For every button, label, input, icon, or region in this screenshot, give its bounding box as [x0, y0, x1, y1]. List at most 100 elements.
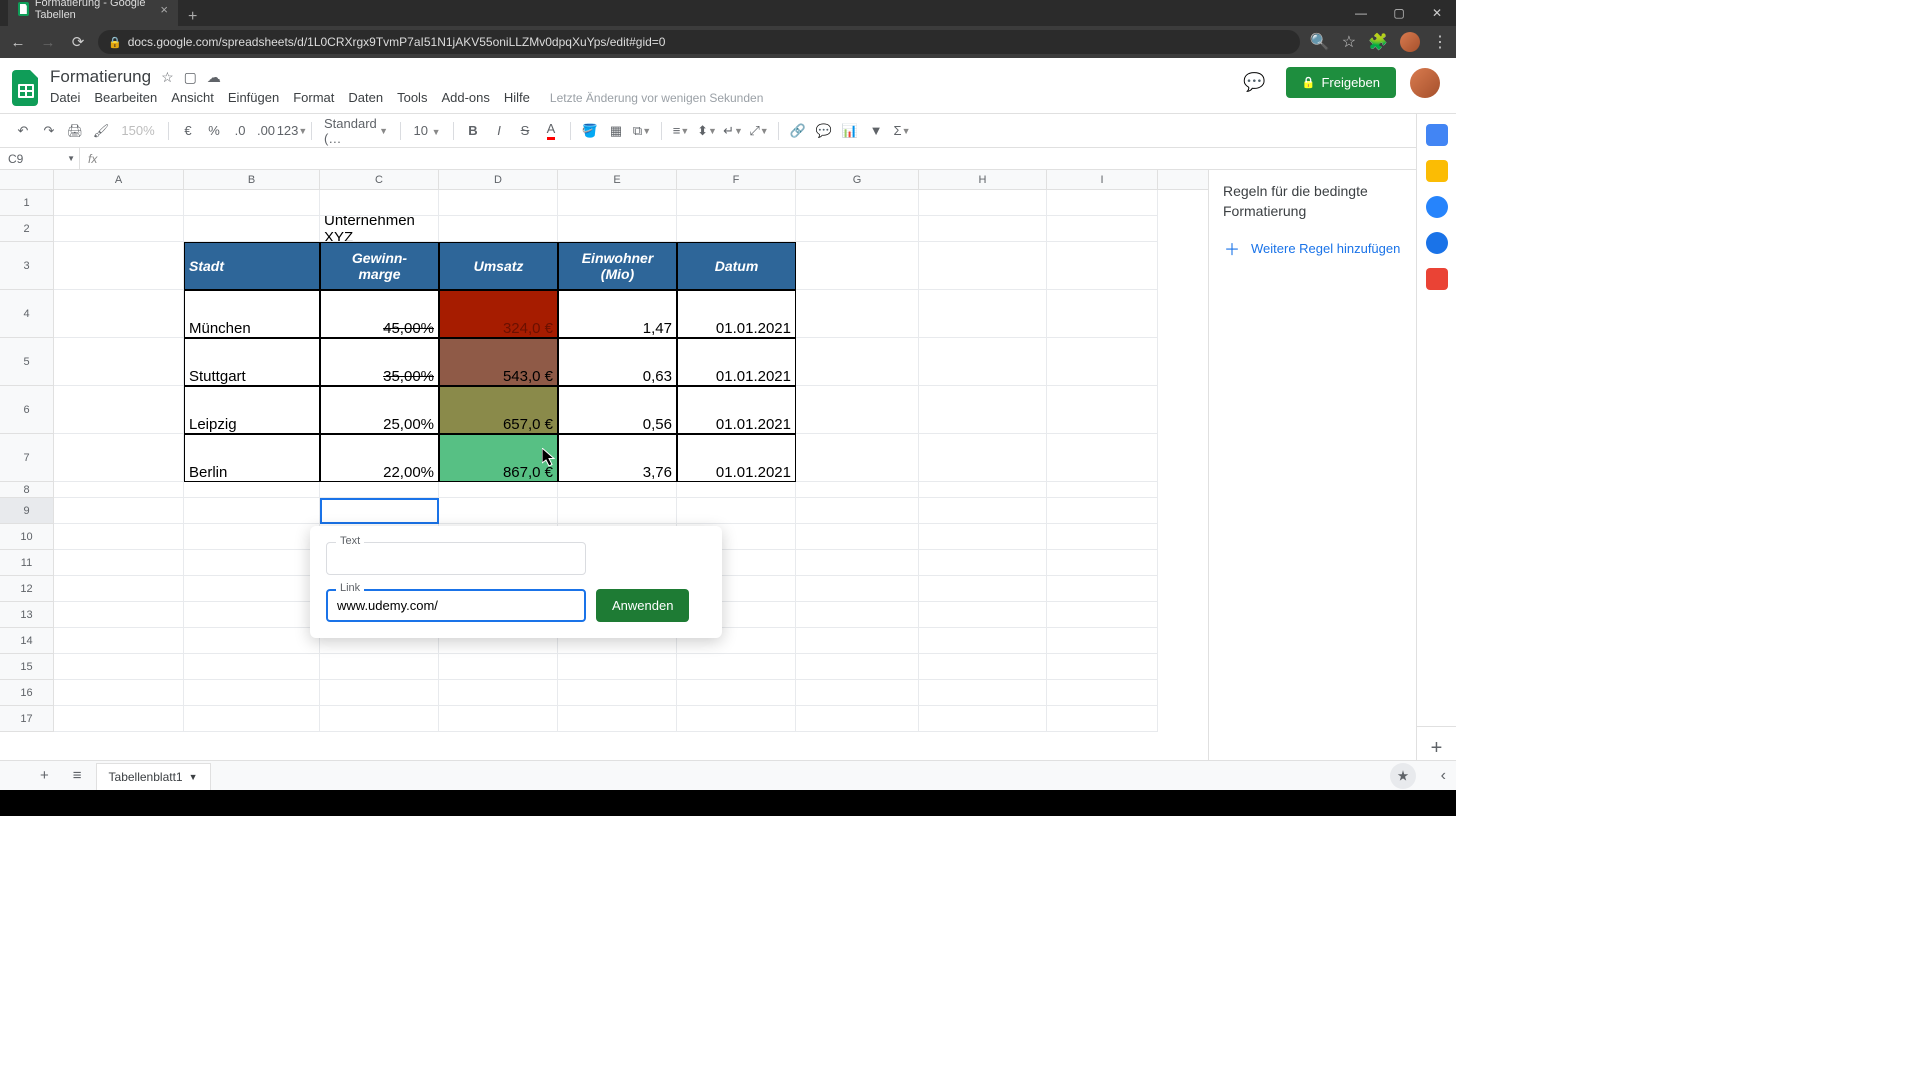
row-header[interactable]: 15	[0, 654, 54, 680]
comment-icon[interactable]: 💬	[813, 120, 835, 142]
cell[interactable]	[184, 602, 320, 628]
col-header[interactable]: A	[54, 170, 184, 189]
cell[interactable]	[1047, 602, 1158, 628]
add-rule-button[interactable]: ＋ Weitere Regel hinzufügen	[1223, 239, 1442, 257]
cell[interactable]: 01.01.2021	[677, 434, 796, 482]
cell[interactable]: Unternehmen XYZ	[320, 216, 439, 242]
tasks-app-icon[interactable]	[1426, 196, 1448, 218]
cell[interactable]	[919, 550, 1047, 576]
contacts-app-icon[interactable]	[1426, 232, 1448, 254]
cell[interactable]	[919, 602, 1047, 628]
paint-format-icon[interactable]: 🖌	[90, 120, 112, 142]
font-size-select[interactable]: 10 ▼	[409, 123, 445, 138]
cell[interactable]	[184, 576, 320, 602]
cell[interactable]	[439, 498, 558, 524]
star-doc-icon[interactable]: ☆	[161, 69, 174, 86]
cell[interactable]	[54, 576, 184, 602]
cell[interactable]	[796, 386, 919, 434]
cell[interactable]	[439, 216, 558, 242]
currency-icon[interactable]: €	[177, 120, 199, 142]
cell[interactable]	[558, 190, 677, 216]
spreadsheet-grid[interactable]: A B C D E F G H I 1234567891011121314151…	[0, 170, 1208, 760]
cell[interactable]: 1,47	[558, 290, 677, 338]
new-tab-button[interactable]: +	[178, 8, 207, 26]
italic-icon[interactable]: I	[488, 120, 510, 142]
cell[interactable]	[439, 680, 558, 706]
forward-icon[interactable]: →	[38, 34, 58, 51]
cell[interactable]	[1047, 654, 1158, 680]
cell[interactable]	[54, 706, 184, 732]
cell[interactable]	[796, 482, 919, 498]
cell[interactable]	[919, 680, 1047, 706]
col-header[interactable]: E	[558, 170, 677, 189]
cell[interactable]: 01.01.2021	[677, 290, 796, 338]
cell[interactable]	[677, 216, 796, 242]
print-icon[interactable]: 🖨	[64, 120, 86, 142]
menu-file[interactable]: Datei	[50, 90, 80, 105]
cell[interactable]	[796, 338, 919, 386]
menu-tools[interactable]: Tools	[397, 90, 427, 105]
cell[interactable]	[919, 386, 1047, 434]
cell[interactable]	[677, 190, 796, 216]
row-header[interactable]: 3	[0, 242, 54, 290]
sheets-logo-icon[interactable]	[12, 70, 40, 111]
row-header[interactable]: 7	[0, 434, 54, 482]
menu-help[interactable]: Hilfe	[504, 90, 530, 105]
cell[interactable]	[184, 524, 320, 550]
cell[interactable]	[1047, 434, 1158, 482]
cell[interactable]	[796, 550, 919, 576]
borders-icon[interactable]: ▦	[605, 120, 627, 142]
percent-icon[interactable]: %	[203, 120, 225, 142]
cell[interactable]	[54, 628, 184, 654]
cell[interactable]: 657,0 €	[439, 386, 558, 434]
cell[interactable]	[184, 550, 320, 576]
apply-link-button[interactable]: Anwenden	[596, 589, 689, 622]
cell[interactable]: 543,0 €	[439, 338, 558, 386]
row-header[interactable]: 4	[0, 290, 54, 338]
cell[interactable]	[558, 654, 677, 680]
col-header[interactable]: I	[1047, 170, 1158, 189]
cell[interactable]	[796, 216, 919, 242]
cell[interactable]	[439, 706, 558, 732]
chart-icon[interactable]: 📊	[839, 120, 861, 142]
cell[interactable]	[184, 680, 320, 706]
cell[interactable]	[796, 290, 919, 338]
row-header[interactable]: 10	[0, 524, 54, 550]
row-header[interactable]: 17	[0, 706, 54, 732]
browser-tab[interactable]: Formatierung - Google Tabellen ×	[8, 0, 178, 26]
minimize-icon[interactable]: —	[1342, 0, 1380, 26]
cell[interactable]: 35,00%	[320, 338, 439, 386]
cell[interactable]	[558, 216, 677, 242]
row-header[interactable]: 11	[0, 550, 54, 576]
cell[interactable]	[796, 680, 919, 706]
col-header[interactable]: G	[796, 170, 919, 189]
cell[interactable]	[1047, 680, 1158, 706]
chrome-menu-icon[interactable]: ⋮	[1432, 32, 1448, 52]
cell[interactable]: Umsatz	[439, 242, 558, 290]
cell[interactable]: Leipzig	[184, 386, 320, 434]
cell[interactable]	[1047, 576, 1158, 602]
cloud-icon[interactable]: ☁	[207, 69, 221, 86]
cell[interactable]	[919, 338, 1047, 386]
cell[interactable]	[677, 680, 796, 706]
cell[interactable]	[558, 498, 677, 524]
cell[interactable]	[919, 524, 1047, 550]
cell[interactable]	[54, 498, 184, 524]
cell[interactable]	[677, 654, 796, 680]
close-tab-icon[interactable]: ×	[160, 2, 168, 17]
link-text-input[interactable]	[326, 542, 586, 575]
name-box[interactable]: C9▼	[0, 148, 80, 169]
cell[interactable]	[919, 654, 1047, 680]
cell[interactable]: 867,0 €	[439, 434, 558, 482]
cell[interactable]: Einwohner(Mio)	[558, 242, 677, 290]
extensions-icon[interactable]: 🧩	[1368, 32, 1388, 52]
cell[interactable]	[919, 628, 1047, 654]
cell[interactable]	[1047, 290, 1158, 338]
wrap-icon[interactable]: ↵▼	[722, 120, 744, 142]
cell[interactable]	[1047, 706, 1158, 732]
cell[interactable]	[184, 706, 320, 732]
cell[interactable]	[54, 482, 184, 498]
account-avatar[interactable]	[1410, 68, 1440, 98]
cell[interactable]: Stadt	[184, 242, 320, 290]
row-header[interactable]: 13	[0, 602, 54, 628]
